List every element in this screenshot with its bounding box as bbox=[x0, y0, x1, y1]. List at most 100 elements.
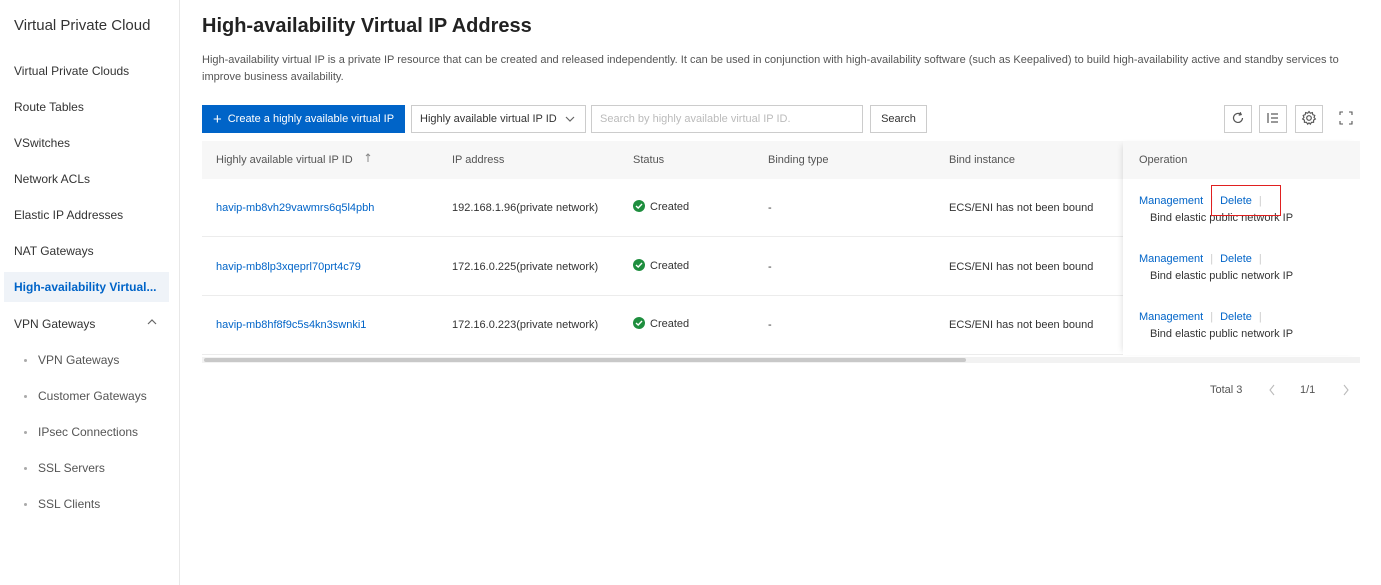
sidebar-item-label: Customer Gateways bbox=[38, 389, 147, 403]
filter-select-value: Highly available virtual IP ID bbox=[420, 113, 557, 125]
create-havip-label: Create a highly available virtual IP bbox=[227, 113, 395, 125]
search-button[interactable]: Search bbox=[870, 105, 927, 133]
sidebar-item-havip[interactable]: High-availability Virtual... bbox=[4, 272, 169, 302]
separator: | bbox=[1258, 311, 1262, 323]
bind-instance: ECS/ENI has not been bound bbox=[949, 202, 1094, 214]
management-link[interactable]: Management bbox=[1139, 311, 1203, 323]
check-circle-icon bbox=[633, 200, 645, 212]
status-text: Created bbox=[650, 260, 690, 272]
sidebar-item-label: SSL Servers bbox=[38, 461, 105, 475]
check-circle-icon bbox=[633, 317, 645, 329]
plus-icon: + bbox=[212, 110, 222, 128]
bind-eip-link[interactable]: Bind elastic public network IP bbox=[1150, 212, 1293, 224]
binding-type: - bbox=[768, 319, 772, 331]
status-text: Created bbox=[650, 201, 690, 213]
separator: | bbox=[1210, 311, 1214, 323]
search-input[interactable] bbox=[591, 105, 863, 133]
operation-column: Operation Management | Delete | Bind elasti… bbox=[1123, 141, 1360, 355]
create-havip-button[interactable]: + Create a highly available virtual IP bbox=[202, 105, 405, 133]
sidebar-subitem-ssl-servers[interactable]: SSL Servers bbox=[4, 453, 169, 483]
row-actions: Management | Delete | bbox=[1139, 253, 1269, 265]
sidebar-item-network-acls[interactable]: Network ACLs bbox=[4, 164, 169, 194]
separator: | bbox=[1258, 195, 1262, 207]
column-header-binding-type: Binding type bbox=[768, 154, 829, 166]
sidebar-item-vpn-gateways-group[interactable]: VPN Gateways bbox=[4, 309, 169, 339]
list-settings-icon bbox=[1266, 111, 1280, 128]
fullscreen-button[interactable] bbox=[1332, 105, 1360, 133]
ip-address: 192.168.1.96(private network) bbox=[452, 202, 599, 214]
havip-id-link[interactable]: havip-mb8lp3xqeprl70prt4c79 bbox=[216, 261, 361, 273]
sidebar-item-virtual-private-clouds[interactable]: Virtual Private Clouds bbox=[4, 56, 169, 86]
bind-instance: ECS/ENI has not been bound bbox=[949, 319, 1094, 331]
column-header-label: Highly available virtual IP ID bbox=[216, 154, 353, 166]
row-actions: Management | Delete | bbox=[1139, 195, 1269, 207]
column-header-bind-instance: Bind instance bbox=[949, 154, 1016, 166]
column-header-operation: Operation bbox=[1123, 141, 1360, 179]
toolbar: + Create a highly available virtual IP H… bbox=[202, 105, 1362, 133]
bullet-icon bbox=[24, 467, 27, 471]
prev-page-button[interactable] bbox=[1268, 384, 1276, 399]
delete-link[interactable]: Delete bbox=[1220, 311, 1252, 323]
management-link[interactable]: Management bbox=[1139, 253, 1203, 265]
sidebar-item-label: VPN Gateways bbox=[14, 317, 96, 331]
separator: | bbox=[1210, 195, 1214, 207]
sidebar-subitem-ipsec-connections[interactable]: IPsec Connections bbox=[4, 417, 169, 447]
ip-address: 172.16.0.225(private network) bbox=[452, 261, 599, 273]
refresh-icon bbox=[1231, 111, 1245, 128]
status-badge: Created bbox=[633, 317, 689, 330]
bullet-icon bbox=[24, 431, 27, 435]
management-link[interactable]: Management bbox=[1139, 195, 1203, 207]
sidebar-item-nat-gateways[interactable]: NAT Gateways bbox=[4, 236, 169, 266]
sidebar-item-label: SSL Clients bbox=[38, 497, 101, 511]
bind-eip-link[interactable]: Bind elastic public network IP bbox=[1150, 328, 1293, 340]
status-badge: Created bbox=[633, 259, 689, 272]
gear-icon bbox=[1301, 110, 1317, 129]
delete-link[interactable]: Delete bbox=[1220, 253, 1252, 265]
bullet-icon bbox=[24, 503, 27, 507]
bind-eip-link[interactable]: Bind elastic public network IP bbox=[1150, 270, 1293, 282]
bind-instance: ECS/ENI has not been bound bbox=[949, 261, 1094, 273]
sidebar-item-route-tables[interactable]: Route Tables bbox=[4, 92, 169, 122]
sidebar-subitem-ssl-clients[interactable]: SSL Clients bbox=[4, 489, 169, 519]
sort-icon[interactable] bbox=[364, 142, 372, 180]
refresh-button[interactable] bbox=[1224, 105, 1252, 133]
sidebar-item-elastic-ip-addresses[interactable]: Elastic IP Addresses bbox=[4, 200, 169, 230]
chevron-down-icon bbox=[565, 106, 575, 143]
binding-type: - bbox=[768, 261, 772, 273]
bullet-icon bbox=[24, 359, 27, 363]
sidebar-item-label: VPN Gateways bbox=[38, 353, 120, 367]
status-text: Created bbox=[650, 318, 690, 330]
scrollbar-thumb[interactable] bbox=[204, 358, 966, 362]
page-description: High-availability virtual IP is a privat… bbox=[202, 54, 1339, 83]
page-indicator: 1/1 bbox=[1300, 384, 1316, 396]
page-title: High-availability Virtual IP Address bbox=[202, 15, 532, 37]
separator: | bbox=[1210, 253, 1214, 265]
sidebar-subitem-vpn-gateways[interactable]: VPN Gateways bbox=[4, 345, 169, 375]
row-actions: Management | Delete | bbox=[1139, 311, 1269, 323]
havip-id-link[interactable]: havip-mb8vh29vawmrs6q5l4pbh bbox=[216, 202, 374, 214]
column-header-label: Operation bbox=[1139, 154, 1188, 166]
status-badge: Created bbox=[633, 200, 689, 213]
filter-select[interactable]: Highly available virtual IP ID bbox=[411, 105, 586, 133]
check-circle-icon bbox=[633, 259, 645, 271]
settings-button[interactable] bbox=[1295, 105, 1323, 133]
sidebar-item-vswitches[interactable]: VSwitches bbox=[4, 128, 169, 158]
column-header-ip: IP address bbox=[452, 154, 505, 166]
column-header-id[interactable]: Highly available virtual IP ID bbox=[216, 141, 372, 179]
column-header-status: Status bbox=[633, 154, 665, 166]
fullscreen-icon bbox=[1339, 110, 1353, 128]
delete-link[interactable]: Delete bbox=[1220, 195, 1252, 207]
pagination: Total 3 1/1 bbox=[1210, 384, 1360, 398]
sidebar: Virtual Private Cloud Virtual Private Cl… bbox=[0, 0, 180, 585]
total-count: Total 3 bbox=[1210, 384, 1243, 396]
ip-address: 172.16.0.223(private network) bbox=[452, 319, 599, 331]
sidebar-item-label: IPsec Connections bbox=[38, 425, 139, 439]
bullet-icon bbox=[24, 395, 27, 399]
havip-id-link[interactable]: havip-mb8hf8f9c5s4kn3swnki1 bbox=[216, 319, 366, 331]
binding-type: - bbox=[768, 202, 772, 214]
column-settings-button[interactable] bbox=[1259, 105, 1287, 133]
horizontal-scrollbar[interactable] bbox=[202, 357, 1360, 363]
next-page-button[interactable] bbox=[1342, 384, 1350, 399]
sidebar-title: Virtual Private Cloud bbox=[14, 17, 151, 34]
sidebar-subitem-customer-gateways[interactable]: Customer Gateways bbox=[4, 381, 169, 411]
